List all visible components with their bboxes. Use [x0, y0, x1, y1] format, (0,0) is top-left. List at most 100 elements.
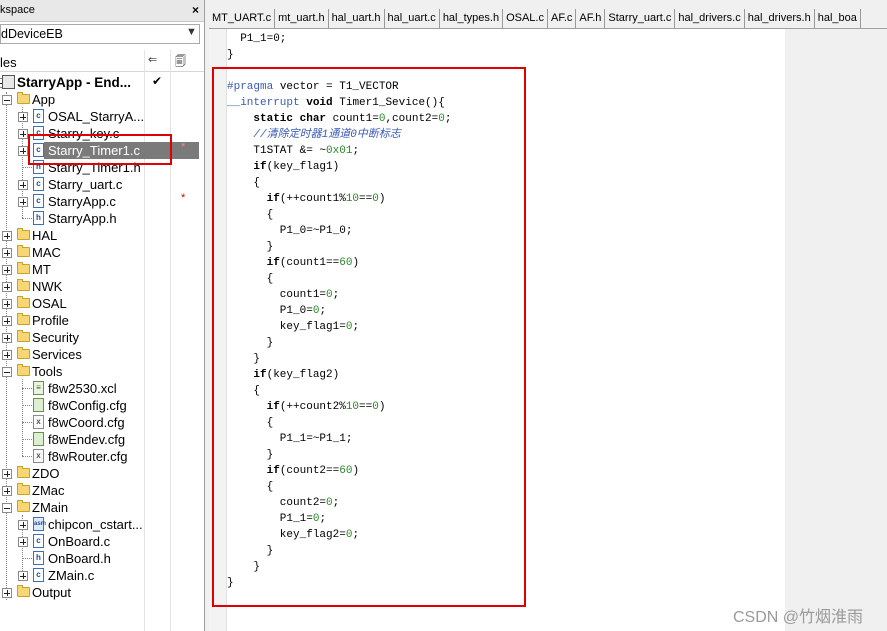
collapse-icon[interactable] — [2, 95, 12, 105]
collapse-icon[interactable] — [2, 503, 12, 513]
folder-icon — [17, 245, 30, 257]
c-file-icon: c — [33, 177, 44, 191]
tree-file[interactable]: h StarryApp.h — [0, 210, 204, 227]
tree-folder[interactable]: Output — [0, 584, 204, 601]
tree-item-label: App — [32, 92, 56, 107]
expand-icon[interactable] — [18, 180, 28, 190]
folder-icon — [17, 466, 30, 478]
watermark: CSDN @竹烟淮雨 — [733, 609, 864, 626]
tree-file[interactable]: c OnBoard.c — [0, 533, 204, 550]
tree-folder[interactable]: OSAL — [0, 295, 204, 312]
excluded-file-icon: x — [33, 415, 44, 429]
tree-file[interactable]: c ZMain.c — [0, 567, 204, 584]
expand-icon[interactable] — [18, 146, 28, 156]
c-file-icon: c — [33, 568, 44, 582]
editor-tab[interactable]: hal_boa — [815, 9, 861, 28]
workspace-title: kspace — [0, 4, 35, 16]
tree-folder[interactable]: Security — [0, 329, 204, 346]
expand-icon[interactable] — [2, 486, 12, 496]
highlight-box-code — [212, 67, 526, 607]
expand-icon[interactable] — [2, 333, 12, 343]
tree-folder-zmain[interactable]: ZMain — [0, 499, 204, 516]
tree-item-label: Services — [32, 347, 82, 362]
editor-tab[interactable]: hal_uart.c — [385, 9, 440, 28]
editor-tab[interactable]: hal_uart.h — [329, 9, 385, 28]
expand-icon[interactable] — [2, 469, 12, 479]
editor-tab[interactable]: AF.c — [548, 9, 577, 28]
tree-file[interactable]: x f8wCoord.cfg — [0, 414, 204, 431]
chevron-down-icon[interactable]: ▼ — [186, 26, 197, 38]
tree-item-label: Tools — [32, 364, 63, 379]
tree-file[interactable]: c Starry_uart.c — [0, 176, 204, 193]
folder-icon — [17, 347, 30, 359]
expand-icon[interactable] — [18, 571, 28, 581]
expand-icon[interactable] — [18, 112, 28, 122]
c-file-icon: c — [33, 534, 44, 548]
project-icon — [2, 75, 15, 89]
tree-folder[interactable]: MAC — [0, 244, 204, 261]
tree-item-label: StarryApp.c — [48, 194, 116, 209]
tree-file[interactable]: ≡ f8w2530.xcl — [0, 380, 204, 397]
configuration-value: dDeviceEB — [1, 27, 63, 41]
expand-icon[interactable] — [2, 248, 12, 258]
editor-tab[interactable]: hal_types.h — [440, 9, 504, 28]
tree-item-label: OnBoard.h — [48, 551, 111, 566]
tree-file[interactable]: h OnBoard.h — [0, 550, 204, 567]
tree-item-label: ZMac — [32, 483, 65, 498]
tree-file[interactable]: x f8wRouter.cfg — [0, 448, 204, 465]
close-icon[interactable]: × — [192, 3, 199, 17]
expand-icon[interactable] — [2, 316, 12, 326]
editor-tab[interactable]: hal_drivers.h — [745, 9, 815, 28]
tree-file[interactable]: c OSAL_StarryA... — [0, 108, 204, 125]
expand-icon[interactable] — [18, 197, 28, 207]
expand-icon[interactable] — [18, 520, 28, 530]
tree-file[interactable]: f8wConfig.cfg — [0, 397, 204, 414]
tree-file[interactable]: asm chipcon_cstart... — [0, 516, 204, 533]
expand-icon[interactable] — [2, 299, 12, 309]
expand-icon[interactable] — [18, 129, 28, 139]
expand-icon[interactable] — [2, 282, 12, 292]
editor-tab[interactable]: Starry_uart.c — [605, 9, 676, 28]
tree-item-label: Starry_uart.c — [48, 177, 123, 192]
editor-tab[interactable]: hal_drivers.c — [675, 9, 745, 28]
tree-file[interactable]: c StarryApp.c * — [0, 192, 204, 210]
editor-tabbar: MT_UART.c mt_uart.h hal_uart.h hal_uart.c ha… — [209, 9, 887, 29]
expand-icon[interactable] — [2, 265, 12, 275]
tree-folder[interactable]: MT — [0, 261, 204, 278]
tree-folder-tools[interactable]: Tools — [0, 363, 204, 380]
expand-icon[interactable] — [2, 350, 12, 360]
tree-item-label: chipcon_cstart... — [48, 517, 143, 532]
code-line[interactable]: P1_1=0; — [227, 31, 286, 47]
tree-file[interactable]: f8wEndev.cfg — [0, 431, 204, 448]
editor-tab[interactable]: AF.h — [576, 9, 606, 28]
expand-icon[interactable] — [18, 537, 28, 547]
expand-icon[interactable] — [2, 588, 12, 598]
editor-empty-area — [785, 29, 887, 631]
tree-folder[interactable]: HAL — [0, 227, 204, 244]
configuration-dropdown[interactable]: dDeviceEB ▼ — [0, 24, 200, 44]
tree-item-label: ZMain.c — [48, 568, 95, 583]
tree-folder[interactable]: Services — [0, 346, 204, 363]
sort-arrow-icon[interactable]: ⇐ — [148, 53, 157, 66]
cfg-file-icon — [33, 398, 44, 412]
tree-root[interactable]: StarryApp - End... ✔ — [0, 74, 204, 91]
tree-item-label: StarryApp.h — [48, 211, 117, 226]
editor-tab[interactable]: MT_UART.c — [209, 9, 276, 28]
tree-folder[interactable]: ZMac — [0, 482, 204, 499]
xcl-file-icon: ≡ — [33, 381, 44, 395]
tree-item-label: Output — [32, 585, 72, 600]
tree-item-label: ZMain — [32, 500, 69, 515]
collapse-icon[interactable] — [2, 367, 12, 377]
tree-folder-app[interactable]: App — [0, 91, 204, 108]
editor-tab[interactable]: mt_uart.h — [275, 9, 329, 28]
copy-icon[interactable]: 🗐 — [175, 53, 186, 72]
expand-icon[interactable] — [2, 231, 12, 241]
tree-folder[interactable]: ZDO — [0, 465, 204, 482]
tree-item-label: ZDO — [32, 466, 60, 481]
editor-tab[interactable]: OSAL.c — [503, 9, 548, 28]
tree-folder[interactable]: Profile — [0, 312, 204, 329]
c-file-icon: c — [33, 109, 44, 123]
tree-folder[interactable]: NWK — [0, 278, 204, 295]
highlight-box — [28, 134, 172, 165]
code-line[interactable]: } — [227, 47, 234, 63]
